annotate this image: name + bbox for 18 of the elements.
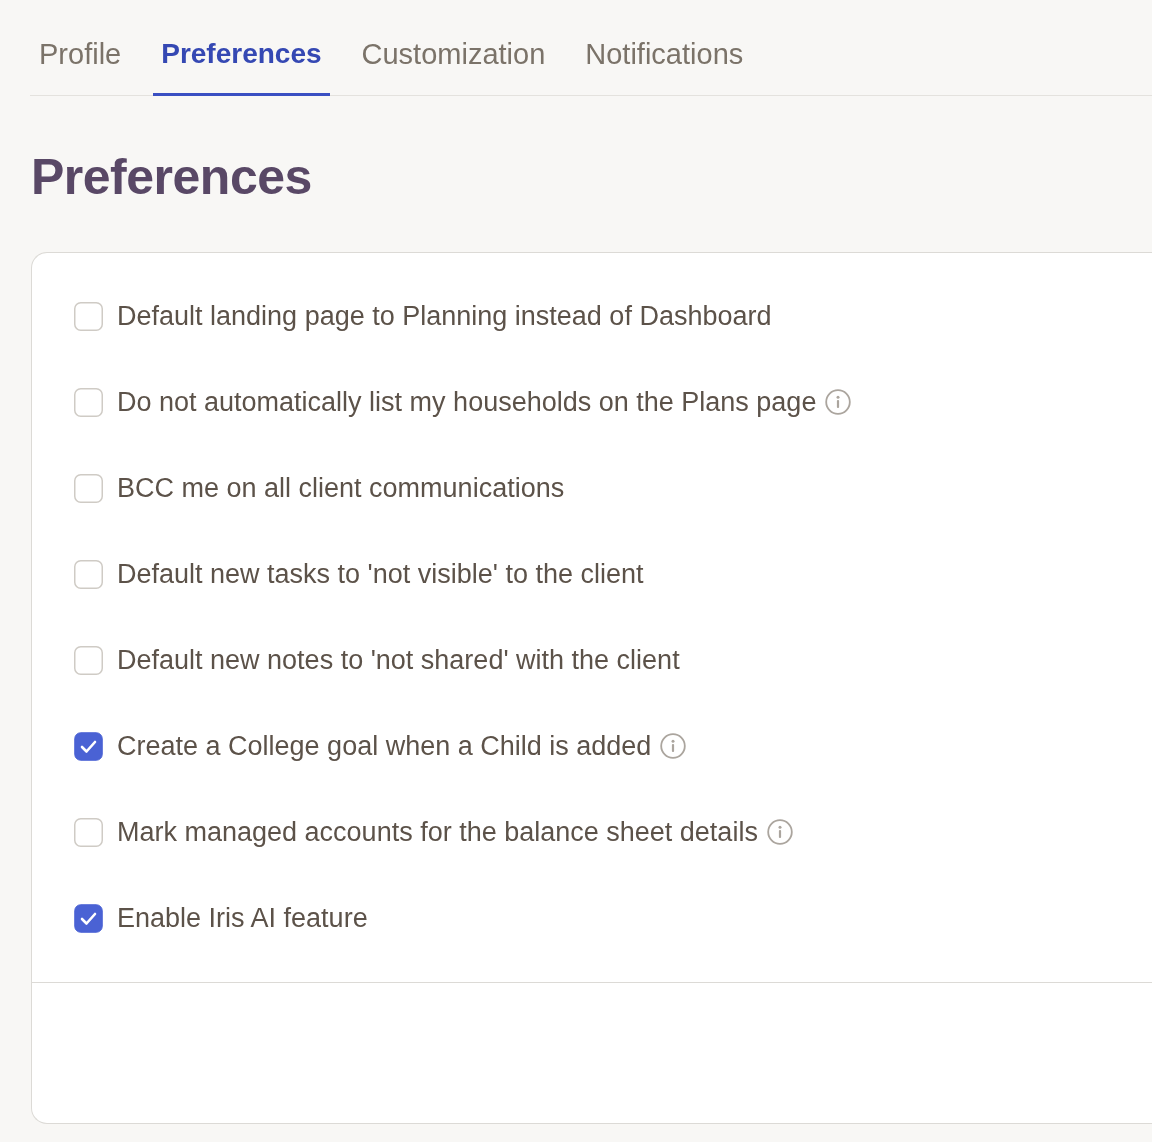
option-label[interactable]: Mark managed accounts for the balance sheet details — [117, 811, 758, 853]
tab[interactable]: Profile — [30, 0, 130, 96]
option-label[interactable]: Enable Iris AI feature — [117, 897, 368, 939]
option-label[interactable]: BCC me on all client communications — [117, 467, 565, 509]
tab[interactable]: Preferences — [153, 0, 330, 96]
option-label[interactable]: Default landing page to Planning instead of Dashboard — [117, 295, 772, 337]
tab[interactable]: Customization — [353, 0, 554, 96]
checkbox[interactable] — [74, 903, 103, 933]
option-label[interactable]: Create a College goal when a Child is added — [117, 725, 652, 767]
tab[interactable]: Notifications — [577, 0, 752, 96]
option-label[interactable]: Default new tasks to 'not visible' to the client — [117, 553, 644, 595]
info-icon[interactable] — [825, 389, 852, 415]
info-icon[interactable] — [766, 819, 793, 845]
page-heading: Preferences — [31, 148, 313, 207]
option-label[interactable]: Do not automatically list my households on the Plans page — [117, 381, 817, 423]
info-icon[interactable] — [660, 733, 687, 759]
checkbox[interactable] — [74, 731, 103, 761]
option-label[interactable]: Default new notes to 'not shared' with the client — [117, 639, 680, 681]
